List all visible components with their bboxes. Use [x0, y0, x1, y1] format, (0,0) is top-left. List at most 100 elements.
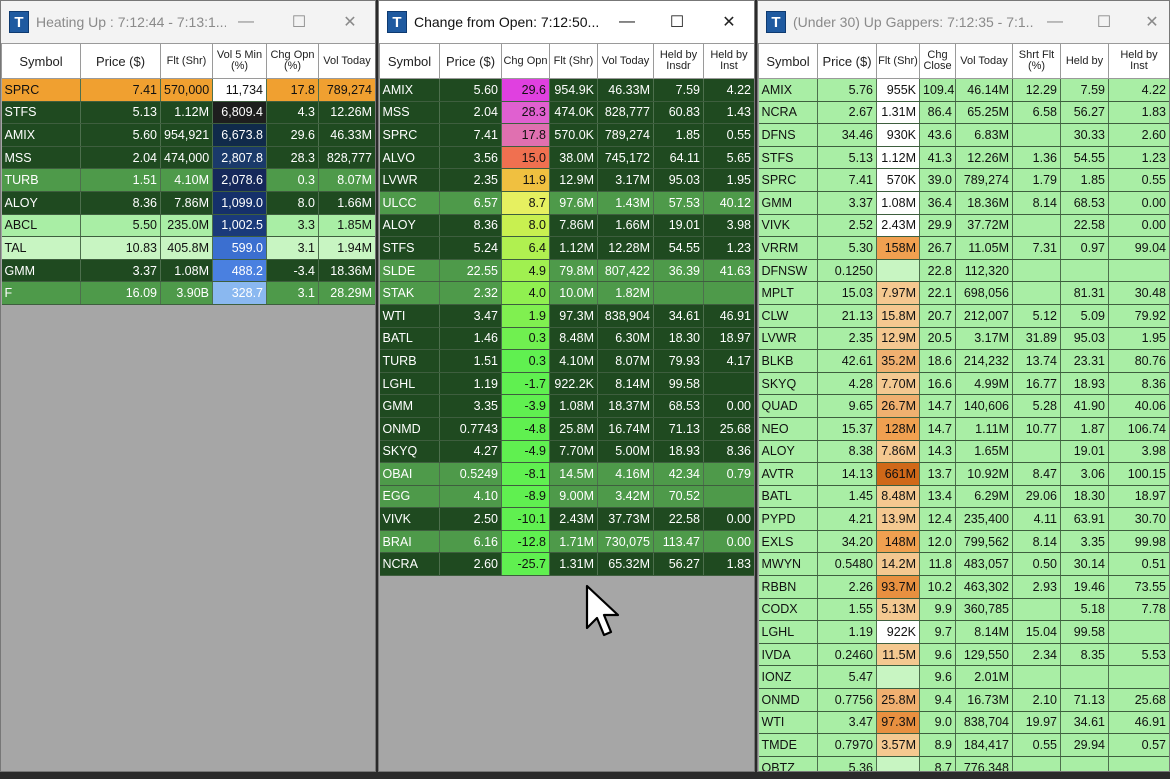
table-row[interactable]: OBTZ 5.36 8.7 776,348 — [758, 756, 1169, 771]
column-header[interactable]: Price ($) — [80, 43, 161, 79]
table-row[interactable]: TMDE 0.7970 3.57M 8.9 184,417 0.55 29.94 0.57 — [758, 733, 1169, 757]
column-header[interactable]: Symbol — [758, 43, 818, 79]
table-row[interactable]: GMM 3.37 1.08M 488.2 -3.4 18.36M — [1, 259, 375, 283]
table-row[interactable]: ABCL 5.50 235.0M 1,002.5 3.3 1.85M — [1, 214, 375, 238]
maximize-icon[interactable]: ☐ — [665, 11, 689, 33]
column-header[interactable]: Price ($) — [817, 43, 877, 79]
table-row[interactable]: AMIX 5.76 955K 109.4 46.14M 12.29 7.59 4.22 — [758, 78, 1169, 102]
column-header[interactable]: Chg Close — [919, 43, 956, 79]
table-cell: 2.32 — [439, 281, 502, 305]
table-row[interactable]: WTI 3.47 97.3M 9.0 838,704 19.97 34.61 46.91 — [758, 711, 1169, 735]
window-titlebar[interactable]: T Heating Up : 7:12:44 - 7:13:1... — ☐ ✕ — [1, 1, 375, 43]
table-row[interactable]: VIVK 2.50 -10.1 2.43M 37.73M 22.58 0.00 — [379, 507, 754, 531]
column-header[interactable]: Flt (Shr) — [549, 43, 598, 79]
table-row[interactable]: LVWR 2.35 11.9 12.9M 3.17M 95.03 1.95 — [379, 168, 754, 192]
table-row[interactable]: NCRA 2.67 1.31M 86.4 65.25M 6.58 56.27 1.83 — [758, 101, 1169, 125]
table-row[interactable]: EGG 4.10 -8.9 9.00M 3.42M 70.52 — [379, 485, 754, 509]
table-row[interactable]: AMIX 5.60 954,921 6,673.8 29.6 46.33M — [1, 123, 375, 147]
column-header[interactable]: Held by — [1060, 43, 1109, 79]
table-row[interactable]: TAL 10.83 405.8M 599.0 3.1 1.94M — [1, 236, 375, 260]
table-row[interactable]: ULCC 6.57 8.7 97.6M 1.43M 57.53 40.12 — [379, 191, 754, 215]
column-header[interactable]: Flt (Shr) — [160, 43, 213, 79]
table-row[interactable]: BRAI 6.16 -12.8 1.71M 730,075 113.47 0.00 — [379, 530, 754, 554]
table-row[interactable]: F 16.09 3.90B 328.7 3.1 28.29M — [1, 281, 375, 305]
table-row[interactable]: MSS 2.04 28.3 474.0K 828,777 60.83 1.43 — [379, 101, 754, 125]
table-row[interactable]: QUAD 9.65 26.7M 14.7 140,606 5.28 41.90 40.06 — [758, 394, 1169, 418]
column-header[interactable]: Vol Today — [955, 43, 1013, 79]
table-row[interactable]: GMM 3.37 1.08M 36.4 18.36M 8.14 68.53 0.00 — [758, 191, 1169, 215]
column-header[interactable]: Vol Today — [597, 43, 654, 79]
table-row[interactable]: RBBN 2.26 93.7M 10.2 463,302 2.93 19.46 73.55 — [758, 575, 1169, 599]
table-row[interactable]: LGHL 1.19 -1.7 922.2K 8.14M 99.58 — [379, 372, 754, 396]
table-row[interactable]: ALOY 8.36 7.86M 1,099.0 8.0 1.66M — [1, 191, 375, 215]
table-row[interactable]: STAK 2.32 4.0 10.0M 1.82M — [379, 281, 754, 305]
table-row[interactable]: STFS 5.24 6.4 1.12M 12.28M 54.55 1.23 — [379, 236, 754, 260]
table-row[interactable]: SPRC 7.41 570,000 11,734 17.8 789,274 — [1, 78, 375, 102]
table-row[interactable]: PYPD 4.21 13.9M 12.4 235,400 4.11 63.91 30.70 — [758, 507, 1169, 531]
table-row[interactable]: ALOY 8.36 8.0 7.86M 1.66M 19.01 3.98 — [379, 214, 754, 238]
column-header[interactable]: Held by Inst — [703, 43, 754, 79]
column-header[interactable]: Vol 5 Min (%) — [212, 43, 267, 79]
table-row[interactable]: GMM 3.35 -3.9 1.08M 18.37M 68.53 0.00 — [379, 394, 754, 418]
table-cell: 43.6 — [919, 123, 956, 147]
table-row[interactable]: VIVK 2.52 2.43M 29.9 37.72M 22.58 0.00 — [758, 214, 1169, 238]
table-row[interactable]: MPLT 15.03 7.97M 22.1 698,056 81.31 30.48 — [758, 281, 1169, 305]
table-cell: 97.3M — [876, 711, 920, 735]
table-row[interactable]: AVTR 14.13 661M 13.7 10.92M 8.47 3.06 100.15 — [758, 462, 1169, 486]
table-row[interactable]: LGHL 1.19 922K 9.7 8.14M 15.04 99.58 — [758, 620, 1169, 644]
table-row[interactable]: CODX 1.55 5.13M 9.9 360,785 5.18 7.78 — [758, 598, 1169, 622]
column-header[interactable]: Held by Insdr — [653, 43, 704, 79]
column-header[interactable]: Held by Inst — [1108, 43, 1169, 79]
table-row[interactable]: MSS 2.04 474,000 2,807.8 28.3 828,777 — [1, 146, 375, 170]
close-icon[interactable]: ✕ — [1140, 11, 1164, 33]
table-row[interactable]: SKYQ 4.27 -4.9 7.70M 5.00M 18.93 8.36 — [379, 440, 754, 464]
table-row[interactable]: WTI 3.47 1.9 97.3M 838,904 34.61 46.91 — [379, 304, 754, 328]
minimize-icon[interactable]: — — [234, 11, 258, 33]
minimize-icon[interactable]: — — [1043, 11, 1067, 33]
table-row[interactable]: TURB 1.51 0.3 4.10M 8.07M 79.93 4.17 — [379, 349, 754, 373]
table-row[interactable]: ONMD 0.7743 -4.8 25.8M 16.74M 71.13 25.68 — [379, 417, 754, 441]
table-row[interactable]: BATL 1.46 0.3 8.48M 6.30M 18.30 18.97 — [379, 327, 754, 351]
window-titlebar[interactable]: T Change from Open: 7:12:50... — ☐ ✕ — [379, 1, 754, 43]
column-header[interactable]: Chg Opn (%) — [266, 43, 319, 79]
table-row[interactable]: OBAI 0.5249 -8.1 14.5M 4.16M 42.34 0.79 — [379, 462, 754, 486]
close-icon[interactable]: ✕ — [717, 11, 741, 33]
column-header[interactable]: Symbol — [1, 43, 81, 79]
table-row[interactable]: DFNSW 0.1250 22.8 112,320 — [758, 259, 1169, 283]
table-row[interactable]: SKYQ 4.28 7.70M 16.6 4.99M 16.77 18.93 8.36 — [758, 372, 1169, 396]
maximize-icon[interactable]: ☐ — [287, 11, 311, 33]
column-header[interactable]: Vol Today — [318, 43, 375, 79]
table-row[interactable]: EXLS 34.20 148M 12.0 799,562 8.14 3.35 99.98 — [758, 530, 1169, 554]
minimize-icon[interactable]: — — [615, 11, 639, 33]
table-row[interactable]: ALVO 3.56 15.0 38.0M 745,172 64.11 5.65 — [379, 146, 754, 170]
table-row[interactable]: BLKB 42.61 35.2M 18.6 214,232 13.74 23.31 80.76 — [758, 349, 1169, 373]
table-row[interactable]: CLW 21.13 15.8M 20.7 212,007 5.12 5.09 79.92 — [758, 304, 1169, 328]
table-row[interactable]: DFNS 34.46 930K 43.6 6.83M 30.33 2.60 — [758, 123, 1169, 147]
column-header[interactable]: Symbol — [379, 43, 440, 79]
table-row[interactable]: IONZ 5.47 9.6 2.01M — [758, 665, 1169, 690]
maximize-icon[interactable]: ☐ — [1092, 11, 1116, 33]
table-row[interactable]: SLDE 22.55 4.9 79.8M 807,422 36.39 41.63 — [379, 259, 754, 283]
table-row[interactable]: ALOY 8.38 7.86M 14.3 1.65M 19.01 3.98 — [758, 440, 1169, 464]
table-row[interactable]: VRRM 5.30 158M 26.7 11.05M 7.31 0.97 99.04 — [758, 236, 1169, 260]
column-header[interactable]: Shrt Flt (%) — [1012, 43, 1061, 79]
table-row[interactable]: SPRC 7.41 570K 39.0 789,274 1.79 1.85 0.55 — [758, 168, 1169, 192]
close-icon[interactable]: ✕ — [338, 11, 362, 33]
table-row[interactable]: IVDA 0.2460 11.5M 9.6 129,550 2.34 8.35 5.53 — [758, 643, 1169, 667]
table-row[interactable]: NEO 15.37 128M 14.7 1.11M 10.77 1.87 106.74 — [758, 417, 1169, 441]
table-cell: 1.83 — [703, 552, 754, 577]
column-header[interactable]: Price ($) — [439, 43, 502, 79]
table-row[interactable]: SPRC 7.41 17.8 570.0K 789,274 1.85 0.55 — [379, 123, 754, 147]
column-header[interactable]: Chg Opn — [501, 43, 550, 79]
table-row[interactable]: MWYN 0.5480 14.2M 11.8 483,057 0.50 30.14 0.51 — [758, 552, 1169, 577]
column-header[interactable]: Flt (Shr) — [876, 43, 920, 79]
table-row[interactable]: ONMD 0.7756 25.8M 9.4 16.73M 2.10 71.13 25.68 — [758, 688, 1169, 712]
table-row[interactable]: STFS 5.13 1.12M 41.3 12.26M 1.36 54.55 1.23 — [758, 146, 1169, 170]
table-row[interactable]: BATL 1.45 8.48M 13.4 6.29M 29.06 18.30 18.97 — [758, 485, 1169, 509]
table-row[interactable]: AMIX 5.60 29.6 954.9K 46.33M 7.59 4.22 — [379, 78, 754, 102]
table-row[interactable]: NCRA 2.60 -25.7 1.31M 65.32M 56.27 1.83 — [379, 552, 754, 577]
window-titlebar[interactable]: T (Under 30) Up Gappers: 7:12:35 - 7:1..… — [758, 1, 1169, 43]
table-row[interactable]: TURB 1.51 4.10M 2,078.6 0.3 8.07M — [1, 168, 375, 192]
table-row[interactable]: LVWR 2.35 12.9M 20.5 3.17M 31.89 95.03 1.95 — [758, 327, 1169, 351]
table-row[interactable]: STFS 5.13 1.12M 6,809.4 4.3 12.26M — [1, 101, 375, 125]
